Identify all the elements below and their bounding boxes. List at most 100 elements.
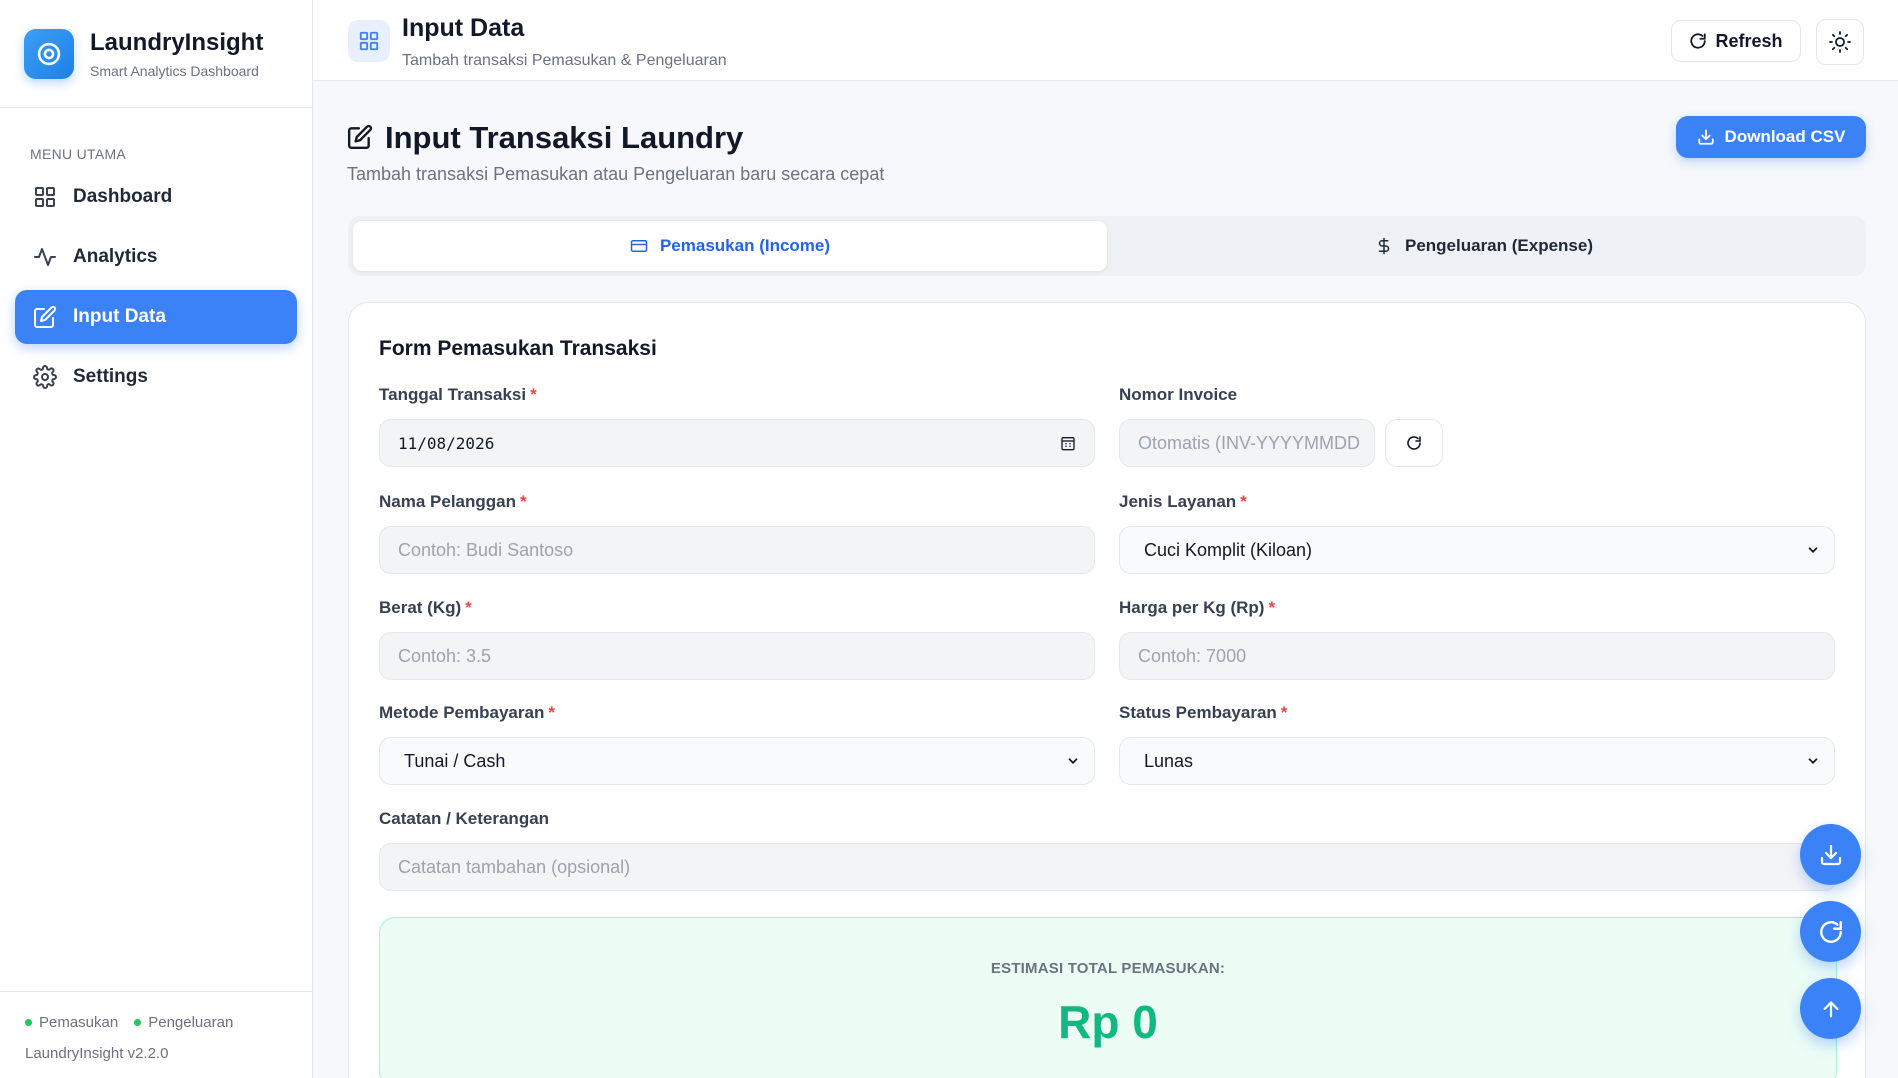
sun-icon	[1828, 30, 1852, 54]
required-mark: *	[1268, 598, 1276, 617]
price-per-kg-input[interactable]: Contoh: 7000	[1119, 632, 1835, 680]
arrow-up-icon	[1820, 998, 1842, 1020]
price-placeholder: Contoh: 7000	[1138, 645, 1247, 666]
required-mark: *	[548, 703, 555, 722]
payment-status-value: Lunas	[1144, 750, 1194, 771]
payment-method-select[interactable]: Tunai / Cash	[379, 737, 1095, 785]
required-mark: *	[1240, 492, 1247, 511]
regenerate-invoice-button[interactable]	[1385, 419, 1443, 467]
form-title: Form Pemasukan Transaksi	[379, 337, 657, 360]
tab-expense[interactable]: Pengeluaran (Expense)	[1107, 221, 1861, 271]
required-mark: *	[530, 385, 537, 404]
calendar-icon[interactable]	[1060, 435, 1076, 451]
edit-icon	[32, 304, 58, 330]
page-subtitle: Tambah transaksi Pemasukan atau Pengelua…	[347, 164, 885, 184]
tab-income[interactable]: Pemasukan (Income)	[353, 221, 1107, 271]
date-input[interactable]: 11/08/2026	[379, 419, 1095, 467]
price-label: Harga per Kg (Rp)	[1119, 598, 1265, 617]
sidebar-item-settings[interactable]: Settings	[15, 350, 297, 404]
service-value: Cuci Komplit (Kiloan)	[1144, 539, 1313, 560]
floating-refresh-button[interactable]	[1800, 901, 1861, 962]
payment-method-label: Metode Pembayaran	[379, 703, 545, 722]
legend-dot	[134, 1019, 142, 1026]
legend-label: Pemasukan	[39, 1014, 119, 1031]
tab-label: Pengeluaran (Expense)	[1404, 236, 1593, 255]
download-icon	[1697, 128, 1715, 146]
topbar: Input Data Tambah transaksi Pemasukan & …	[313, 0, 1898, 81]
theme-toggle-button[interactable]	[1816, 19, 1864, 65]
invoice-field: Nomor Invoice Otomatis (INV-YYYYMMDD	[1119, 385, 1449, 467]
legend-item-pengeluaran: Pengeluaran	[134, 1014, 233, 1031]
sidebar-item-input-data[interactable]: Input Data	[15, 290, 297, 344]
sidebar: LaundryInsight Smart Analytics Dashboard…	[0, 0, 313, 1078]
dollar-icon	[1375, 237, 1393, 255]
page-title: Input Transaksi Laundry	[385, 120, 744, 155]
brand-name: LaundryInsight	[90, 28, 264, 56]
required-mark: *	[1280, 703, 1288, 722]
chevron-down-icon	[1806, 754, 1820, 768]
sidebar-menu: Dashboard Analytics Input Data Settings	[15, 170, 297, 410]
gear-icon	[32, 364, 58, 390]
refresh-icon	[1689, 32, 1707, 50]
estimate-total-box: ESTIMASI TOTAL PEMASUKAN: Rp 0	[379, 917, 1837, 1078]
invoice-input[interactable]: Otomatis (INV-YYYYMMDD	[1119, 419, 1375, 467]
customer-label: Nama Pelanggan	[379, 492, 516, 511]
service-field: Jenis Layanan * Cuci Komplit (Kiloan)	[1119, 492, 1835, 574]
scroll-to-top-button[interactable]	[1800, 978, 1861, 1039]
notes-field: Catatan / Keterangan Catatan tambahan (o…	[379, 809, 1837, 891]
notes-input[interactable]: Catatan tambahan (opsional)	[379, 843, 1837, 891]
download-csv-button[interactable]: Download CSV	[1676, 116, 1866, 158]
customer-name-input[interactable]: Contoh: Budi Santoso	[379, 526, 1095, 574]
weight-field: Berat (Kg) * Contoh: 3.5	[379, 598, 1095, 680]
legend: Pemasukan Pengeluaran	[25, 1014, 287, 1031]
sidebar-item-label: Analytics	[73, 246, 158, 267]
weight-input[interactable]: Contoh: 3.5	[379, 632, 1095, 680]
legend-label: Pengeluaran	[148, 1014, 234, 1031]
sidebar-item-dashboard[interactable]: Dashboard	[15, 170, 297, 224]
download-label: Download CSV	[1724, 127, 1846, 146]
grid-icon	[348, 20, 390, 62]
brand: LaundryInsight Smart Analytics Dashboard	[0, 0, 312, 108]
sidebar-item-analytics[interactable]: Analytics	[15, 230, 297, 284]
service-label: Jenis Layanan	[1119, 492, 1237, 511]
notes-placeholder: Catatan tambahan (opsional)	[398, 856, 631, 877]
refresh-label: Refresh	[1715, 30, 1783, 51]
topbar-subtitle: Tambah transaksi Pemasukan & Pengeluaran	[402, 52, 727, 69]
customer-placeholder: Contoh: Budi Santoso	[398, 539, 574, 560]
refresh-icon	[1818, 919, 1844, 945]
date-field: Tanggal Transaksi * 11/08/2026	[379, 385, 1095, 467]
service-select[interactable]: Cuci Komplit (Kiloan)	[1119, 526, 1835, 574]
payment-method-value: Tunai / Cash	[404, 750, 506, 771]
invoice-label: Nomor Invoice	[1119, 385, 1238, 404]
chevron-down-icon	[1066, 754, 1080, 768]
sidebar-item-label: Input Data	[73, 306, 166, 327]
payment-method-field: Metode Pembayaran * Tunai / Cash	[379, 703, 1095, 785]
sidebar-item-label: Dashboard	[73, 186, 173, 207]
date-label: Tanggal Transaksi	[379, 385, 527, 404]
legend-item-pemasukan: Pemasukan	[25, 1014, 118, 1031]
brand-subtitle: Smart Analytics Dashboard	[90, 62, 259, 79]
refresh-button[interactable]: Refresh	[1671, 20, 1801, 62]
legend-dot	[25, 1019, 32, 1026]
menu-section-label: MENU UTAMA	[30, 146, 127, 162]
estimate-value: Rp 0	[1058, 996, 1158, 1048]
download-icon	[1819, 843, 1843, 867]
payment-status-field: Status Pembayaran * Lunas	[1119, 703, 1835, 785]
chevron-down-icon	[1806, 543, 1820, 557]
floating-download-button[interactable]	[1800, 824, 1861, 885]
app-version: LaundryInsight v2.2.0	[25, 1045, 169, 1062]
payment-status-select[interactable]: Lunas	[1119, 737, 1835, 785]
required-mark: *	[520, 492, 527, 511]
estimate-label: ESTIMASI TOTAL PEMASUKAN:	[990, 960, 1226, 977]
notes-label: Catatan / Keterangan	[379, 809, 550, 828]
brand-logo-icon	[24, 28, 74, 79]
refresh-icon	[1406, 435, 1422, 451]
topbar-title: Input Data	[402, 14, 525, 42]
grid-icon	[32, 184, 58, 210]
price-field: Harga per Kg (Rp) * Contoh: 7000	[1119, 598, 1835, 680]
tab-label: Pemasukan (Income)	[659, 236, 831, 255]
customer-field: Nama Pelanggan * Contoh: Budi Santoso	[379, 492, 1095, 574]
weight-placeholder: Contoh: 3.5	[398, 645, 492, 666]
edit-icon	[347, 124, 373, 155]
credit-card-icon	[630, 237, 648, 255]
